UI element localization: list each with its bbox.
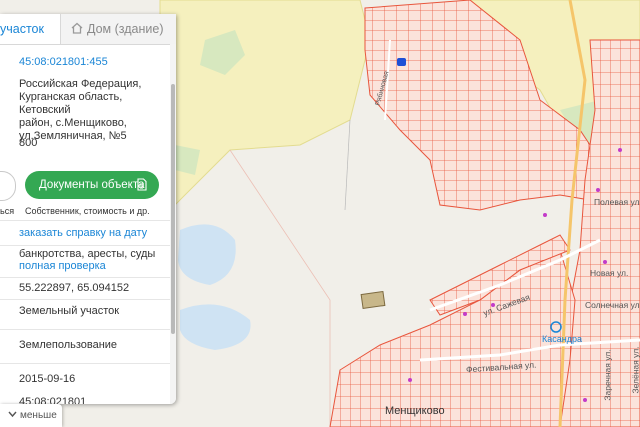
field-area	[159, 0, 371, 211]
tab-building-label: Дом (здание)	[87, 22, 164, 36]
registration-date: 2015-09-16	[19, 373, 76, 385]
divider	[0, 245, 170, 246]
divider	[0, 220, 170, 221]
tab-building[interactable]: Дом (здание)	[60, 14, 176, 44]
panel-tabs: участок Дом (здание)	[0, 14, 176, 45]
collapse-label: меньше	[20, 410, 57, 421]
left-button-caption: ься	[0, 206, 15, 216]
chevron-down-icon	[8, 411, 17, 418]
object-documents-label: Документы объекта	[39, 179, 145, 191]
order-certificate-link[interactable]: заказать справку на дату	[19, 227, 147, 240]
shop-label[interactable]: Касандра	[542, 334, 582, 344]
lake	[180, 304, 251, 350]
divider	[0, 299, 170, 300]
street-label-novaya: Новая ул.	[590, 268, 629, 278]
full-check-link[interactable]: полная проверка	[19, 260, 106, 273]
document-icon	[137, 178, 147, 191]
panel-scrollbar[interactable]	[170, 44, 176, 404]
parcel-address: Российская Федерация, Курганская область…	[19, 78, 142, 142]
cut-off-number: 45:08:021801	[19, 396, 87, 404]
documents-caption: Собственник, стоимость и др.	[25, 206, 150, 216]
object-category: Земельный участок	[19, 305, 120, 317]
collapse-button[interactable]: меньше	[0, 404, 62, 427]
cadastral-number[interactable]: 45:08:021801:455	[19, 56, 108, 69]
village-label: Менщиково	[385, 405, 445, 417]
divider	[0, 363, 170, 364]
scrollbar-thumb[interactable]	[171, 84, 175, 334]
divider	[0, 329, 170, 330]
parcel-area: 800	[19, 137, 38, 149]
selected-parcel	[397, 58, 406, 66]
parcel-grid	[329, 249, 576, 427]
tab-parcel[interactable]: участок	[0, 14, 60, 44]
secondary-action-button[interactable]	[0, 171, 16, 201]
street-label-zelenaya: Зелёная ул.	[630, 346, 640, 394]
divider	[0, 277, 170, 278]
street-label-solnechnaya: Солнечная ул.	[585, 300, 640, 310]
lake	[178, 224, 236, 285]
coordinates: 55.222897, 65.094152	[19, 282, 130, 294]
object-documents-button[interactable]: Документы объекта	[25, 171, 159, 199]
object-use-type: Землепользование	[19, 339, 118, 351]
street-label-vertical: Заречная ул.	[602, 349, 613, 401]
street-label-polevaya: Полевая ул.	[594, 197, 640, 207]
highlight-parcel	[360, 290, 386, 310]
parcel-info-panel: участок Дом (здание) 45:08:021801:455 Ро…	[0, 14, 176, 404]
house-icon	[71, 22, 83, 34]
